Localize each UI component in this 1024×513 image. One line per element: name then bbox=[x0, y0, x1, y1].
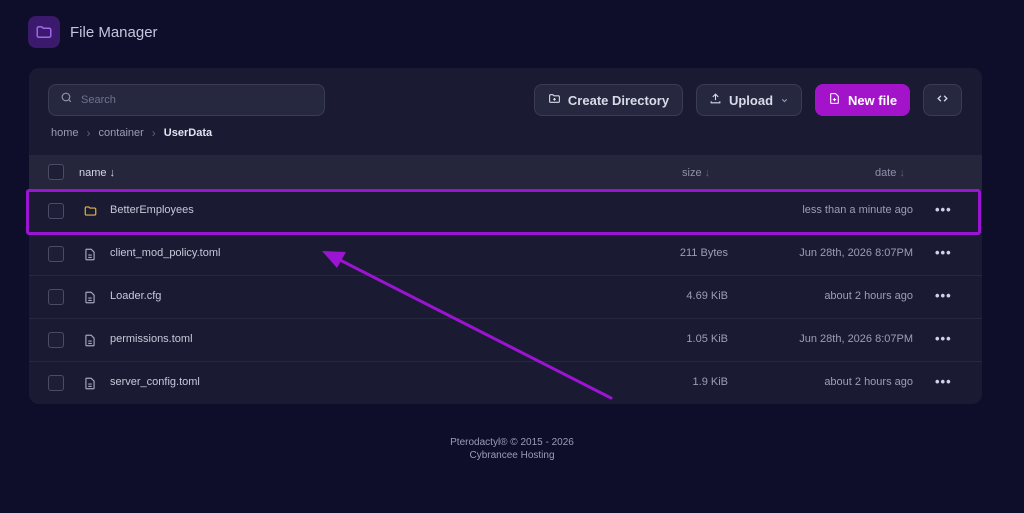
create-directory-label: Create Directory bbox=[567, 92, 670, 108]
table-row[interactable]: BetterEmployees less than a minute ago •… bbox=[29, 190, 982, 233]
file-size: 211 Bytes bbox=[679, 247, 728, 259]
sort-arrow-icon: ↓ bbox=[899, 166, 905, 179]
search-box[interactable] bbox=[48, 84, 325, 116]
folder-icon bbox=[83, 204, 98, 221]
footer-host: Cybrancee Hosting bbox=[469, 450, 555, 461]
select-all-checkbox[interactable] bbox=[48, 164, 64, 180]
chevron-down-icon bbox=[780, 93, 789, 108]
file-name[interactable]: BetterEmployees bbox=[110, 204, 194, 216]
column-name[interactable]: name ↓ bbox=[79, 167, 115, 179]
upload-icon bbox=[709, 92, 722, 108]
file-date: Jun 28th, 2026 8:07PM bbox=[799, 247, 913, 259]
file-size: 1.05 KiB bbox=[686, 333, 728, 345]
table-row[interactable]: server_config.toml 1.9 KiB about 2 hours… bbox=[29, 362, 982, 405]
sort-arrow-icon: ↓ bbox=[109, 166, 116, 179]
footer: Pterodactyl® © 2015 - 2026 Cybrancee Hos… bbox=[0, 436, 1024, 462]
table-row[interactable]: Loader.cfg 4.69 KiB about 2 hours ago ••… bbox=[29, 276, 982, 319]
folder-icon bbox=[28, 16, 60, 48]
row-checkbox[interactable] bbox=[48, 375, 64, 391]
app-header: File Manager bbox=[28, 16, 158, 48]
upload-label: Upload bbox=[728, 92, 774, 108]
search-icon bbox=[60, 91, 73, 109]
page-title: File Manager bbox=[70, 23, 158, 41]
file-date: less than a minute ago bbox=[802, 204, 913, 216]
breadcrumb-home[interactable]: home bbox=[51, 127, 79, 139]
breadcrumb: home › container › UserData bbox=[51, 126, 212, 140]
file-name[interactable]: permissions.toml bbox=[110, 333, 193, 345]
row-checkbox[interactable] bbox=[48, 332, 64, 348]
file-icon bbox=[83, 247, 97, 265]
chevron-right-icon: › bbox=[86, 126, 91, 140]
row-checkbox[interactable] bbox=[48, 246, 64, 262]
file-date: Jun 28th, 2026 8:07PM bbox=[799, 333, 913, 345]
more-options-icon[interactable]: ••• bbox=[935, 288, 952, 303]
file-size: 1.9 KiB bbox=[692, 376, 728, 388]
new-file-button[interactable]: New file bbox=[815, 84, 910, 116]
code-icon bbox=[936, 92, 949, 108]
file-name[interactable]: server_config.toml bbox=[110, 376, 200, 388]
breadcrumb-container[interactable]: container bbox=[99, 127, 144, 139]
table-row[interactable]: client_mod_policy.toml 211 Bytes Jun 28t… bbox=[29, 233, 982, 276]
create-directory-button[interactable]: Create Directory bbox=[534, 84, 683, 116]
file-name[interactable]: Loader.cfg bbox=[110, 290, 161, 302]
file-name[interactable]: client_mod_policy.toml bbox=[110, 247, 220, 259]
new-file-label: New file bbox=[847, 92, 898, 108]
file-plus-icon bbox=[828, 92, 841, 108]
more-options-icon[interactable]: ••• bbox=[935, 374, 952, 389]
more-options-icon[interactable]: ••• bbox=[935, 331, 952, 346]
table-header: name ↓ size ↓ date ↓ bbox=[29, 155, 982, 190]
folder-plus-icon bbox=[548, 92, 561, 108]
footer-copyright: Pterodactyl® © 2015 - 2026 bbox=[450, 437, 574, 448]
file-date: about 2 hours ago bbox=[824, 290, 913, 302]
column-date[interactable]: date ↓ bbox=[875, 167, 905, 179]
more-options-icon[interactable]: ••• bbox=[935, 245, 952, 260]
code-view-button[interactable] bbox=[923, 84, 962, 116]
file-date: about 2 hours ago bbox=[824, 376, 913, 388]
file-manager-panel: Create Directory Upload New file home › … bbox=[29, 68, 982, 404]
chevron-right-icon: › bbox=[151, 126, 156, 140]
row-checkbox[interactable] bbox=[48, 203, 64, 219]
more-options-icon[interactable]: ••• bbox=[935, 202, 952, 217]
upload-button[interactable]: Upload bbox=[696, 84, 802, 116]
breadcrumb-current: UserData bbox=[163, 127, 213, 139]
row-checkbox[interactable] bbox=[48, 289, 64, 305]
file-icon bbox=[83, 376, 97, 394]
search-input[interactable] bbox=[81, 94, 301, 106]
file-size: 4.69 KiB bbox=[686, 290, 728, 302]
file-icon bbox=[83, 290, 97, 308]
column-size[interactable]: size ↓ bbox=[682, 167, 710, 179]
file-icon bbox=[83, 333, 97, 351]
sort-arrow-icon: ↓ bbox=[704, 166, 711, 179]
table-row[interactable]: permissions.toml 1.05 KiB Jun 28th, 2026… bbox=[29, 319, 982, 362]
